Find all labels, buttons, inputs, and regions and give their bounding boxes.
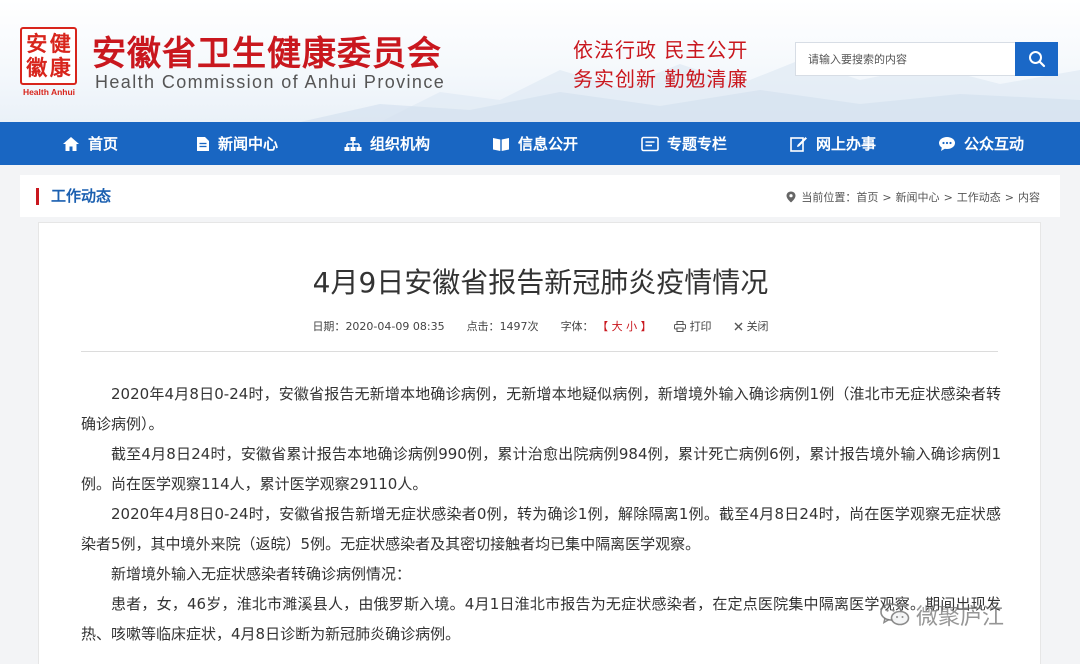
nav-item-organization[interactable]: 组织机构 <box>344 122 430 165</box>
site-name-cn[interactable]: 安徽省卫生健康委员会 <box>92 26 442 75</box>
meta-date-label: 日期： <box>312 320 346 333</box>
nav-item-public-interaction[interactable]: 公众互动 <box>938 122 1024 165</box>
nav-label: 组织机构 <box>370 135 431 153</box>
meta-clicks-value: 1497次 <box>499 320 539 333</box>
nav-item-info-disclosure[interactable]: 信息公开 <box>492 122 578 165</box>
breadcrumb-item-home[interactable]: 首页 <box>856 189 878 205</box>
article-panel: 4月9日安徽省报告新冠肺炎疫情情况 日期：2020-04-09 08:35 点击… <box>38 222 1041 664</box>
seal-char: 徽 <box>26 55 48 80</box>
breadcrumb-item-news[interactable]: 新闻中心 <box>896 189 940 205</box>
article-body: 2020年4月8日0-24时，安徽省报告无新增本地确诊病例，无新增本地疑似病例，… <box>81 379 1001 649</box>
home-icon <box>63 136 79 151</box>
close-icon <box>734 322 743 330</box>
close-label: 关闭 <box>746 320 769 333</box>
printer-icon <box>673 320 686 332</box>
article-meta: 日期：2020-04-09 08:35 点击：1497次 字体： 【 大 小 】… <box>39 318 1042 334</box>
font-bracket-close: 】 <box>640 320 652 333</box>
section-title: 工作动态 <box>36 188 111 205</box>
article-paragraph: 2020年4月8日0-24时，安徽省报告新增无症状感染者0例，转为确诊1例，解除… <box>81 505 1001 553</box>
nav-label: 公众互动 <box>964 135 1025 153</box>
close-button[interactable]: 关闭 <box>734 318 769 334</box>
nav-label: 网上办事 <box>816 135 877 153</box>
meta-font-label: 字体： <box>560 320 594 333</box>
meta-clicks-label: 点击： <box>466 320 500 333</box>
breadcrumb-item-content: 内容 <box>1018 191 1040 204</box>
meta-clicks: 点击：1497次 <box>467 318 539 334</box>
search-box <box>795 42 1058 76</box>
nav-label: 新闻中心 <box>218 135 279 153</box>
nav-item-online-services[interactable]: 网上办事 <box>790 122 876 165</box>
wechat-watermark: 微聚庐江 <box>880 599 1004 631</box>
document-icon <box>197 136 209 151</box>
logo-subtitle: Health Anhui <box>22 87 76 97</box>
nav-item-news[interactable]: 新闻中心 <box>196 122 278 165</box>
nav-item-home[interactable]: 首页 <box>62 122 118 165</box>
logo-seal: 安 健 徽 康 <box>20 27 77 85</box>
font-large-button[interactable]: 大 <box>612 320 623 333</box>
edit-icon <box>790 136 807 152</box>
watermark-text: 微聚庐江 <box>916 605 1005 630</box>
meta-font-size: 字体： 【 大 小 】 <box>561 318 652 334</box>
book-icon <box>493 137 509 151</box>
breadcrumb-item-work-news[interactable]: 工作动态 <box>957 189 1001 205</box>
article-paragraph: 2020年4月8日0-24时，安徽省报告无新增本地确诊病例，无新增本地疑似病例，… <box>81 385 1001 433</box>
print-label: 打印 <box>689 320 712 333</box>
article-paragraph: 截至4月8日24时，安徽省累计报告本地确诊病例990例，累计治愈出院病例984例… <box>81 445 1001 493</box>
slogan-line-2: 务实创新 勤勉清廉 <box>573 67 749 91</box>
title-divider <box>81 351 998 352</box>
breadcrumb-prefix: 当前位置： <box>801 191 857 204</box>
font-bracket-open: 【 <box>597 320 609 333</box>
site-header: 安 健 徽 康 Health Anhui 安徽省卫生健康委员会 Health C… <box>0 0 1080 122</box>
site-name-en: Health Commission of Anhui Province <box>95 72 446 92</box>
topic-icon <box>641 136 659 151</box>
nav-label: 专题专栏 <box>667 135 728 153</box>
breadcrumb-separator: > <box>943 190 953 204</box>
search-button[interactable] <box>1015 42 1058 76</box>
location-pin-icon <box>786 191 796 203</box>
search-icon <box>1028 51 1045 68</box>
meta-date: 日期：2020-04-09 08:35 <box>312 318 444 334</box>
breadcrumb-separator: > <box>882 190 892 204</box>
nav-label: 首页 <box>88 135 119 153</box>
font-small-button[interactable]: 小 <box>626 320 637 333</box>
article-title: 4月9日安徽省报告新冠肺炎疫情情况 <box>312 266 769 299</box>
meta-date-value: 2020-04-09 08:35 <box>345 320 445 333</box>
chat-icon <box>939 136 955 151</box>
section-bar: 工作动态 当前位置： 首页 > 新闻中心 > 工作动态 > 内容 <box>20 175 1060 217</box>
seal-char: 安 <box>26 31 48 56</box>
print-button[interactable]: 打印 <box>673 318 712 334</box>
nav-label: 信息公开 <box>518 135 579 153</box>
article-paragraph: 患者，女，46岁，淮北市濉溪县人，由俄罗斯入境。4月1日淮北市报告为无症状感染者… <box>81 595 1001 643</box>
breadcrumb-separator: > <box>1004 190 1014 204</box>
org-chart-icon <box>344 136 362 151</box>
breadcrumb: 当前位置： 首页 > 新闻中心 > 工作动态 > 内容 <box>786 189 1040 205</box>
nav-item-topics[interactable]: 专题专栏 <box>641 122 727 165</box>
main-nav: 首页 新闻中心 组织机构 信息公开 专题专栏 网上办事 公众互动 <box>0 122 1080 165</box>
slogan-line-1: 依法行政 民主公开 <box>573 38 749 62</box>
search-input[interactable] <box>796 43 1016 75</box>
wechat-icon <box>880 603 910 626</box>
article-paragraph: 新增境外输入无症状感染者转确诊病例情况： <box>111 565 412 583</box>
seal-char: 康 <box>49 55 71 80</box>
seal-char: 健 <box>49 31 71 56</box>
